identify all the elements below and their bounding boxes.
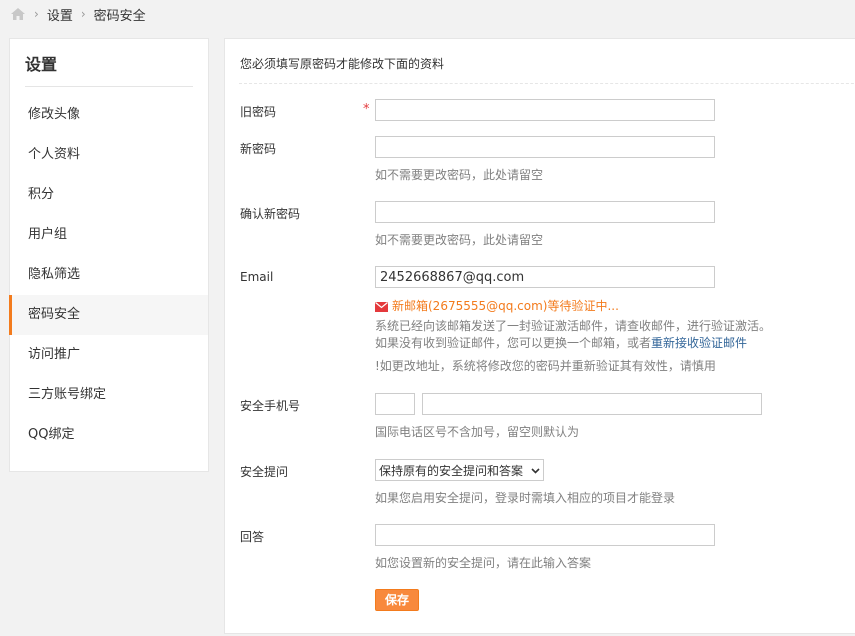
phone-hint: 国际电话区号不含加号，留空则默认为 — [375, 425, 580, 439]
mail-icon — [375, 301, 388, 312]
security-question-select[interactable]: 保持原有的安全提问和答案 — [375, 459, 544, 481]
save-button[interactable]: 保存 — [375, 589, 419, 611]
sidebar-title: 设置 — [25, 39, 193, 87]
new-password-input[interactable] — [375, 136, 715, 158]
old-password-label: 旧密码 — [240, 105, 277, 119]
email-label: Email — [240, 270, 274, 284]
divider — [239, 83, 855, 84]
password-security-form: 您必须填写原密码才能修改下面的资料 旧密码 * 新密码 如不需要更改密码，此处请… — [224, 38, 855, 634]
sidebar-item-avatar[interactable]: 修改头像 — [9, 95, 208, 135]
country-code-input[interactable] — [375, 393, 415, 415]
form-notice: 您必须填写原密码才能修改下面的资料 — [240, 57, 445, 71]
email-pending-text: 新邮箱(2675555@qq.com)等待验证中... — [392, 299, 619, 313]
new-password-label: 新密码 — [240, 142, 277, 156]
sidebar-item-usergroup[interactable]: 用户组 — [9, 215, 208, 255]
email-info-sent: 系统已经向该邮箱发送了一封验证激活邮件，请查收邮件，进行验证激活。 — [375, 319, 772, 333]
security-question-hint: 如果您启用安全提问，登录时需填入相应的项目才能登录 — [375, 491, 676, 505]
sidebar-item-password-security[interactable]: 密码安全 — [9, 295, 208, 335]
answer-label: 回答 — [240, 530, 265, 544]
confirm-password-input[interactable] — [375, 201, 715, 223]
confirm-password-hint: 如不需要更改密码，此处请留空 — [375, 233, 544, 247]
sidebar-item-credits[interactable]: 积分 — [9, 175, 208, 215]
email-pending-notice: 新邮箱(2675555@qq.com)等待验证中... — [375, 297, 619, 314]
sidebar-item-profile[interactable]: 个人资料 — [9, 135, 208, 175]
sidebar-item-third-party-binding[interactable]: 三方账号绑定 — [9, 375, 208, 415]
email-info-resend-text: 如果没有收到验证邮件，您可以更换一个邮箱，或者 — [375, 336, 652, 350]
answer-input[interactable] — [375, 524, 715, 546]
settings-sidebar: 设置 修改头像 个人资料 积分 用户组 隐私筛选 密码安全 访问推广 三方账号绑… — [9, 38, 209, 472]
breadcrumb-separator: › — [34, 7, 39, 21]
email-info-resend: 如果没有收到验证邮件，您可以更换一个邮箱，或者重新接收验证邮件 — [375, 334, 747, 351]
required-mark: * — [363, 102, 370, 117]
old-password-input[interactable] — [375, 99, 715, 121]
breadcrumb-settings-link[interactable]: 设置 — [47, 5, 73, 24]
new-password-hint: 如不需要更改密码，此处请留空 — [375, 168, 544, 182]
breadcrumb-separator: › — [80, 7, 86, 21]
sidebar-nav: 修改头像 个人资料 积分 用户组 隐私筛选 密码安全 访问推广 三方账号绑定 Q… — [9, 95, 208, 455]
breadcrumb-password-security-link[interactable]: 密码安全 — [94, 5, 146, 24]
chevron-down-icon — [531, 463, 540, 477]
sidebar-item-privacy[interactable]: 隐私筛选 — [9, 255, 208, 295]
confirm-password-label: 确认新密码 — [240, 207, 301, 221]
answer-hint: 如您设置新的安全提问，请在此输入答案 — [375, 556, 592, 570]
sidebar-item-promotion[interactable]: 访问推广 — [9, 335, 208, 375]
security-question-label: 安全提问 — [240, 465, 289, 479]
sidebar-item-qq-binding[interactable]: QQ绑定 — [9, 415, 208, 455]
phone-label: 安全手机号 — [240, 399, 301, 413]
phone-number-input[interactable] — [422, 393, 762, 415]
email-info-warning: !如更改地址，系统将修改您的密码并重新验证其有效性，请慎用 — [375, 359, 716, 373]
email-input[interactable] — [375, 266, 715, 288]
breadcrumb: › 设置 › 密码安全 — [10, 4, 146, 24]
home-icon[interactable] — [10, 7, 26, 21]
security-question-selected: 保持原有的安全提问和答案 — [379, 463, 524, 478]
resend-verification-link[interactable]: 重新接收验证邮件 — [651, 336, 747, 350]
